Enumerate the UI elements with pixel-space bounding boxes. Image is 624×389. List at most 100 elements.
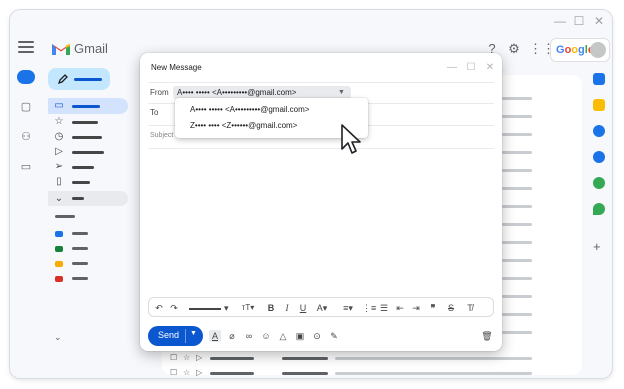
confidential-icon[interactable]: ⊙ xyxy=(311,330,323,342)
font-family-icon[interactable]: ▾ xyxy=(187,302,231,314)
tasks-icon[interactable] xyxy=(593,125,605,137)
gmail-logo-icon[interactable] xyxy=(51,41,71,56)
label-name xyxy=(72,277,88,280)
send-label: Send xyxy=(158,330,180,340)
row-checkbox-icon[interactable]: ☐ xyxy=(170,353,177,362)
list-row-line xyxy=(502,133,532,136)
text-color-icon[interactable]: A▾ xyxy=(313,302,331,314)
subject-input[interactable]: Subject xyxy=(150,132,173,139)
maps-icon[interactable] xyxy=(593,203,605,215)
apps-icon[interactable]: ⋮⋮ xyxy=(529,41,555,57)
trash-icon[interactable]: 🗑 xyxy=(481,330,493,342)
chevron-down-icon[interactable]: ⌄ xyxy=(54,332,62,343)
main-menu-icon[interactable] xyxy=(18,41,34,55)
indent-less-icon[interactable]: ⇤ xyxy=(394,302,406,314)
browser-window: — ☐ ✕ Gmail ? ⚙ ⋮⋮ Google ▢ ⚇ ▭ ▭ ☆ ◷ ▷ xyxy=(10,10,612,378)
italic-icon[interactable]: I xyxy=(281,302,293,314)
divider xyxy=(148,148,494,149)
rail-meet-icon[interactable]: ▭ xyxy=(19,161,33,173)
calendar-icon[interactable] xyxy=(593,73,605,85)
formatting-options-icon[interactable]: A xyxy=(209,330,221,342)
attach-icon[interactable]: ⌀ xyxy=(226,330,238,342)
from-value: A•••• ••••• <A•••••••••@gmail.com> xyxy=(177,88,297,97)
quote-icon[interactable]: ❞ xyxy=(427,302,439,314)
rail-spaces-icon[interactable]: ⚇ xyxy=(19,131,33,143)
numbered-list-icon[interactable]: ⋮≡ xyxy=(362,302,376,314)
label-dot[interactable] xyxy=(55,246,63,252)
row-important-icon[interactable]: ▷ xyxy=(196,353,202,362)
full-screen-icon[interactable]: ☐ xyxy=(465,62,477,74)
redo-icon[interactable]: ↷ xyxy=(168,302,180,314)
settings-icon[interactable]: ⚙ xyxy=(506,41,522,57)
row-important-icon[interactable]: ▷ xyxy=(196,368,202,377)
labels-heading xyxy=(55,215,75,218)
photo-icon[interactable]: ▣ xyxy=(294,330,306,342)
compose-button[interactable] xyxy=(48,68,110,90)
link-icon[interactable]: ∞ xyxy=(243,330,255,342)
bulleted-list-icon[interactable]: ☰ xyxy=(378,302,390,314)
compose-label-placeholder xyxy=(74,78,102,81)
list-row-line xyxy=(502,169,532,172)
row-star-icon[interactable]: ☆ xyxy=(183,353,190,362)
minimize-icon[interactable]: — xyxy=(446,62,458,74)
send-button[interactable]: Send ▼ xyxy=(148,326,203,346)
keep-icon[interactable] xyxy=(593,99,605,111)
nav-item-inbox[interactable]: ▭ xyxy=(48,98,128,114)
suggestion-item[interactable]: A•••• ••••• <A•••••••••@gmail.com> xyxy=(190,105,309,114)
strikethrough-icon[interactable]: S xyxy=(445,302,457,314)
align-icon[interactable]: ≡▾ xyxy=(339,302,357,314)
star-icon: ☆ xyxy=(54,116,64,127)
row-sender xyxy=(210,357,254,360)
signature-icon[interactable]: ✎ xyxy=(328,330,340,342)
close-icon[interactable]: ✕ xyxy=(484,62,496,74)
rail-mail-icon[interactable] xyxy=(17,70,35,84)
drive-icon[interactable]: △ xyxy=(277,330,289,342)
to-label: To xyxy=(150,108,159,117)
font-size-icon[interactable]: тT▾ xyxy=(238,302,258,314)
bold-icon[interactable]: B xyxy=(265,302,277,314)
row-snippet xyxy=(335,357,532,360)
title-bar: — ☐ ✕ xyxy=(10,10,612,32)
suggestion-item[interactable]: Z•••• •••• <Z••••••@gmail.com> xyxy=(190,121,297,130)
row-star-icon[interactable]: ☆ xyxy=(183,368,190,377)
undo-icon[interactable]: ↶ xyxy=(153,302,165,314)
emoji-icon[interactable]: ☺ xyxy=(260,330,272,342)
nav-item-snoozed[interactable]: ◷ xyxy=(48,131,128,144)
clear-formatting-icon[interactable]: T̸ xyxy=(464,302,476,314)
label-dot[interactable] xyxy=(55,276,63,282)
label-name xyxy=(72,247,88,250)
from-label: From xyxy=(150,88,169,97)
pencil-icon xyxy=(57,74,68,85)
row-checkbox-icon[interactable]: ☐ xyxy=(170,368,177,377)
compose-title: New Message xyxy=(151,63,202,72)
formatting-toolbar: ↶ ↷ ▾ тT▾ B I U A▾ ≡▾ ⋮≡ ☰ ⇤ ⇥ ❞ S T̸ xyxy=(148,297,494,317)
contacts-icon[interactable] xyxy=(593,151,605,163)
add-icon[interactable]: + xyxy=(593,239,601,254)
list-row-line xyxy=(502,223,532,226)
message-body[interactable] xyxy=(148,151,494,293)
rail-chat-icon[interactable]: ▢ xyxy=(19,101,33,113)
meet-icon[interactable] xyxy=(593,177,605,189)
nav-item-sent[interactable]: ➢ xyxy=(48,161,128,174)
label-dot[interactable] xyxy=(55,261,63,267)
label-dot[interactable] xyxy=(55,231,63,237)
nav-item-important[interactable]: ▷ xyxy=(48,146,128,159)
indent-more-icon[interactable]: ⇥ xyxy=(410,302,422,314)
close-window-icon[interactable]: ✕ xyxy=(592,14,606,28)
nav-label xyxy=(72,136,102,139)
nav-item-starred[interactable]: ☆ xyxy=(48,116,128,129)
list-row-line xyxy=(502,313,532,316)
underline-icon[interactable]: U xyxy=(297,302,309,314)
maximize-icon[interactable]: ☐ xyxy=(572,14,586,28)
list-row-line xyxy=(502,295,532,298)
nav-item-drafts[interactable]: ▯ xyxy=(48,176,128,189)
minimize-icon[interactable]: — xyxy=(553,14,567,28)
row-subject xyxy=(282,372,328,375)
send-divider xyxy=(185,329,186,343)
schedule-send-icon[interactable]: ▼ xyxy=(190,330,197,337)
row-snippet xyxy=(335,372,532,375)
nav-item-more[interactable]: ⌄ xyxy=(48,191,128,206)
list-row-line xyxy=(502,97,532,100)
avatar[interactable] xyxy=(590,42,606,58)
account-switcher[interactable]: Google xyxy=(550,38,610,62)
